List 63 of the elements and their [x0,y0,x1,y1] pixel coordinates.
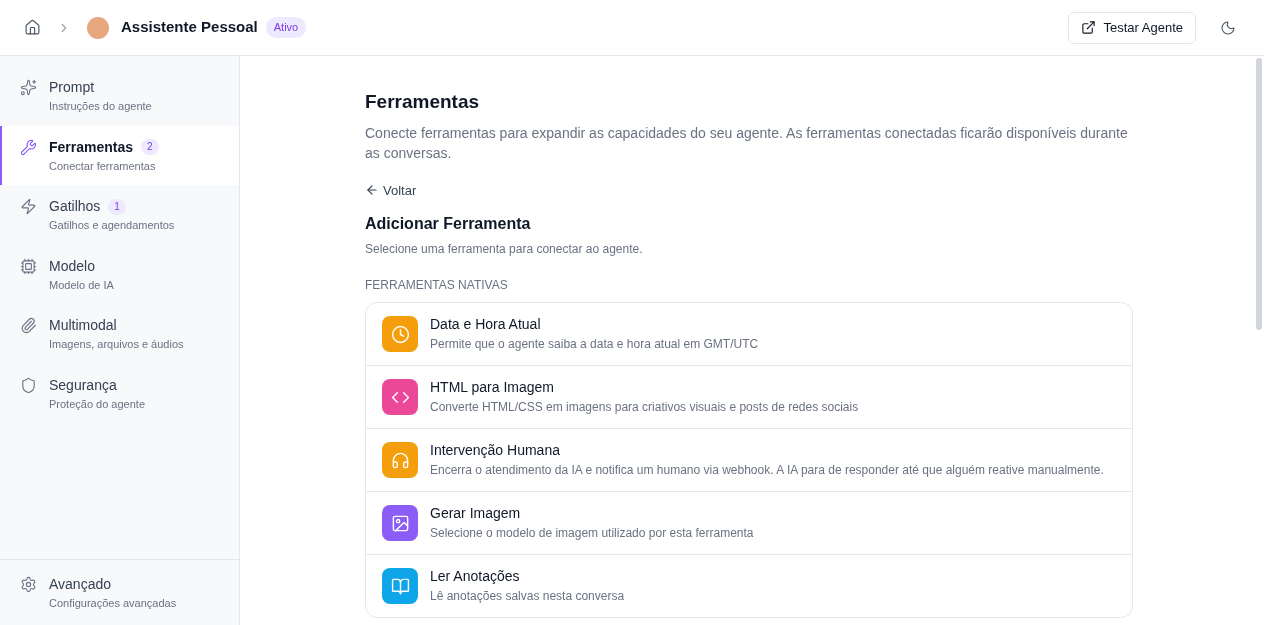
sidebar-item-label: Avançado [49,574,111,594]
tool-name: Data e Hora Atual [430,315,542,334]
tool-row[interactable]: Ler Anotações Lê anotações salvas nesta conversa [366,554,1132,617]
test-agent-button[interactable]: Testar Agente [1067,11,1196,44]
sidebar-item-description: Gatilhos e agendamentos [49,218,175,233]
sparkles-icon [20,79,37,96]
sidebar-item[interactable]: Ferramentas 2 Conectar ferramentas [0,125,239,185]
sidebar-item[interactable]: Multimodal Imagens, arquivos e áudios [0,304,239,364]
sidebar-item-description: Instruções do agente [49,99,152,114]
wrench-icon [20,138,37,156]
sidebar-item[interactable]: Prompt Instruções do agente [0,66,239,126]
image-icon [390,513,410,533]
clock-icon [390,324,410,344]
tool-row[interactable]: Gerar Imagem Selecione o modelo de imagem utilizado por esta ferramenta [366,491,1132,554]
tool-name: HTML para Imagem [430,378,555,397]
sidebar-item-label: Segurança [49,375,117,395]
tool-name: Intervenção Humana [430,441,561,460]
tool-description: Encerra o atendimento da IA e notifica um humano via webhook. A IA para de responder até que alguém reative manualmente. [430,462,1104,479]
sidebar-item[interactable]: Segurança Proteção do agente [0,363,239,423]
sidebar-item-label: Ferramentas [49,137,134,157]
back-link[interactable]: Voltar [365,180,417,200]
section-title: Adicionar Ferramenta [365,214,532,234]
tool-description: Permite que o agente saiba a data e hora atual em GMT/UTC [430,336,759,353]
tool-name: Gerar Imagem [430,504,522,523]
external-link-icon [1080,20,1096,35]
home-icon[interactable] [24,19,41,36]
tool-row[interactable]: HTML para Imagem Converte HTML/CSS em imagens para criativos visuais e posts de redes sociais [366,365,1132,428]
sidebar-item[interactable]: Avançado Configurações avançadas [0,562,239,622]
agent-name: Assistente Pessoal [121,17,258,38]
group-label: FERRAMENTAS NATIVAS [365,277,509,294]
sidebar-item-label: Gatilhos [49,197,101,216]
tool-description: Lê anotações salvas nesta conversa [430,588,625,605]
tool-row[interactable]: Intervenção Humana Encerra o atendimento da IA e notifica um humano via webhook. A IA para de responder até que alguém reative manualmente. [366,428,1132,491]
page-title: Ferramentas [365,90,481,114]
status-badge: Ativo [265,17,307,38]
sidebar-item-label: Modelo [49,256,95,276]
paperclip-icon [20,317,37,334]
sidebar-item-label: Multimodal [49,316,117,335]
theme-toggle-icon[interactable] [1220,19,1236,36]
sidebar-item[interactable]: Modelo Modelo de IA [0,244,239,304]
section-description: Selecione uma ferramenta para conectar ao agente. [365,241,644,258]
scrollbar-thumb[interactable] [1256,58,1262,330]
sidebar-item[interactable]: Gatilhos 1 Gatilhos e agendamentos [0,185,239,245]
count-badge: 2 [141,139,159,155]
sidebar-item-description: Modelo de IA [49,277,114,293]
avatar [87,16,109,39]
count-badge: 1 [108,198,126,215]
sidebar-item-description: Configurações avançadas [49,595,177,611]
tool-description: Converte HTML/CSS em imagens para criativos visuais e posts de redes sociais [430,399,859,416]
chip-icon [20,257,37,275]
settings-icon [20,575,37,593]
lightning-icon [20,198,37,215]
tool-name: Ler Anotações [430,567,521,586]
tool-row[interactable]: Data e Hora Atual Permite que o agente saiba a data e hora atual em GMT/UTC [366,303,1132,365]
tool-description: Selecione o modelo de imagem utilizado por esta ferramenta [430,525,754,542]
sidebar-item-label: Prompt [49,78,95,97]
headset-icon [390,450,410,470]
sidebar-item-description: Proteção do agente [49,396,146,412]
shield-icon [20,376,37,394]
sidebar-item-description: Conectar ferramentas [49,158,157,174]
page-description: Conecte ferramentas para expandir as capacidades do seu agente. As ferramentas conectadas ficarão disponíveis durante as conversas. [365,123,1129,163]
book-icon [390,576,410,596]
sidebar-item-description: Imagens, arquivos e áudios [49,337,184,352]
